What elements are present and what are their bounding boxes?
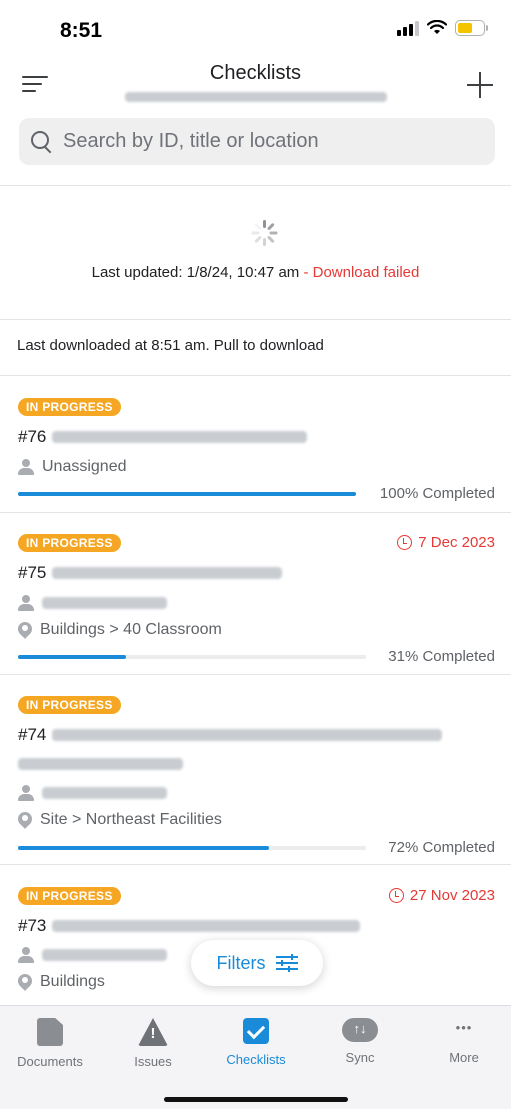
divider (0, 319, 511, 320)
tab-label: Checklists (226, 1052, 286, 1067)
progress-bar (18, 655, 366, 659)
assignee-row (18, 947, 167, 963)
location-row: Site > Northeast Facilities (18, 811, 222, 829)
divider (0, 185, 511, 186)
status-bar: 8:51 (0, 0, 511, 62)
alarm-clock-icon (388, 888, 404, 903)
last-updated-status: Last updated: 1/8/24, 10:47 am - Downloa… (0, 264, 511, 281)
more-icon (451, 1018, 477, 1042)
checklist-title: #73 (18, 916, 361, 936)
tab-label: Issues (134, 1054, 172, 1069)
search-bar[interactable] (19, 118, 495, 165)
status-badge: IN PROGRESS (18, 696, 121, 714)
assignee-redacted (42, 949, 167, 961)
location-pin-icon (18, 974, 32, 990)
assignee-redacted (42, 787, 167, 799)
pull-to-download-text: Last downloaded at 8:51 am. Pull to down… (17, 337, 324, 354)
warning-icon (138, 1018, 168, 1046)
tab-more[interactable]: More (414, 1018, 511, 1065)
due-date: 27 Nov 2023 (388, 887, 495, 904)
tab-checklists[interactable]: Checklists (206, 1018, 306, 1067)
status-time: 8:51 (60, 19, 103, 42)
tab-issues[interactable]: Issues (103, 1018, 203, 1069)
sliders-icon (275, 954, 298, 972)
last-updated-text: Last updated: 1/8/24, 10:47 am (91, 264, 300, 281)
progress-fill (18, 846, 269, 850)
search-input[interactable] (63, 130, 483, 153)
location-text: Site > Northeast Facilities (40, 811, 222, 828)
project-subtitle-redacted (125, 92, 387, 102)
checklist-id: #74 (18, 725, 47, 744)
assignee-row (18, 595, 167, 611)
status-badge: IN PROGRESS (18, 887, 121, 905)
location-pin-icon (18, 622, 32, 638)
checklist-id: #73 (18, 916, 47, 935)
assignee-row: Unassigned (18, 458, 127, 476)
page-title: Checklists (209, 62, 302, 84)
filters-label: Filters (216, 952, 266, 973)
tab-sync[interactable]: Sync (310, 1018, 410, 1065)
due-date: 7 Dec 2023 (397, 534, 495, 551)
status-badge: IN PROGRESS (18, 398, 121, 416)
filters-button[interactable]: Filters (191, 940, 323, 986)
checklist-id: #75 (18, 563, 47, 582)
due-date-text: 27 Nov 2023 (409, 887, 495, 904)
home-indicator (164, 1097, 348, 1102)
signal-icon (397, 20, 419, 36)
progress-bar (18, 492, 356, 496)
tab-documents[interactable]: Documents (0, 1018, 100, 1069)
assignee-redacted (42, 597, 167, 609)
document-icon (37, 1018, 63, 1046)
completion-text: 100% Completed (379, 485, 495, 502)
download-failed-text: - Download failed (299, 264, 420, 281)
person-icon (18, 785, 34, 801)
checklist-icon (243, 1018, 269, 1044)
person-icon (18, 459, 34, 475)
checklist-id: #76 (18, 427, 47, 446)
alarm-clock-icon (397, 535, 413, 550)
tab-bar: Documents Issues Checklists Sync More (0, 1005, 511, 1109)
checklist-title: #74 (18, 725, 443, 745)
checklist-title: #76 (18, 427, 308, 447)
title-redacted-line2 (18, 758, 183, 770)
checklist-card[interactable]: IN PROGRESS 7 Dec 2023 #75 Buildings > 4… (0, 513, 511, 675)
progress-fill (18, 492, 356, 496)
title-redacted (52, 431, 308, 443)
completion-text: 72% Completed (388, 839, 495, 856)
assignee-text: Unassigned (42, 458, 127, 475)
progress-bar (18, 846, 366, 850)
person-icon (18, 595, 34, 611)
sync-icon (342, 1018, 378, 1042)
due-date-text: 7 Dec 2023 (418, 534, 495, 551)
progress-fill (18, 655, 126, 659)
checklist-title: #75 (18, 563, 283, 583)
status-badge: IN PROGRESS (18, 534, 121, 552)
checklist-card[interactable]: IN PROGRESS #76 Unassigned 100% Complete… (0, 376, 511, 513)
title-redacted (52, 729, 443, 741)
checklist-card[interactable]: IN PROGRESS #74 Site > Northeast Facilit… (0, 675, 511, 865)
location-row: Buildings (18, 973, 105, 991)
tab-label: Sync (345, 1050, 375, 1065)
tab-label: More (449, 1050, 479, 1065)
wifi-icon (427, 20, 447, 34)
location-text: Buildings > 40 Classroom (40, 621, 222, 638)
tab-label: Documents (17, 1054, 83, 1069)
battery-icon (455, 20, 488, 36)
search-icon (31, 130, 53, 153)
location-row: Buildings > 40 Classroom (18, 621, 222, 639)
title-redacted (52, 567, 283, 579)
assignee-row (18, 785, 167, 801)
person-icon (18, 947, 34, 963)
title-redacted (52, 920, 361, 932)
location-pin-icon (18, 812, 32, 828)
add-checklist-button[interactable] (467, 72, 493, 98)
status-icons (397, 20, 488, 36)
header: Checklists (0, 56, 511, 116)
loading-spinner-icon (251, 220, 278, 250)
completion-text: 31% Completed (388, 648, 495, 665)
location-text: Buildings (40, 973, 105, 990)
